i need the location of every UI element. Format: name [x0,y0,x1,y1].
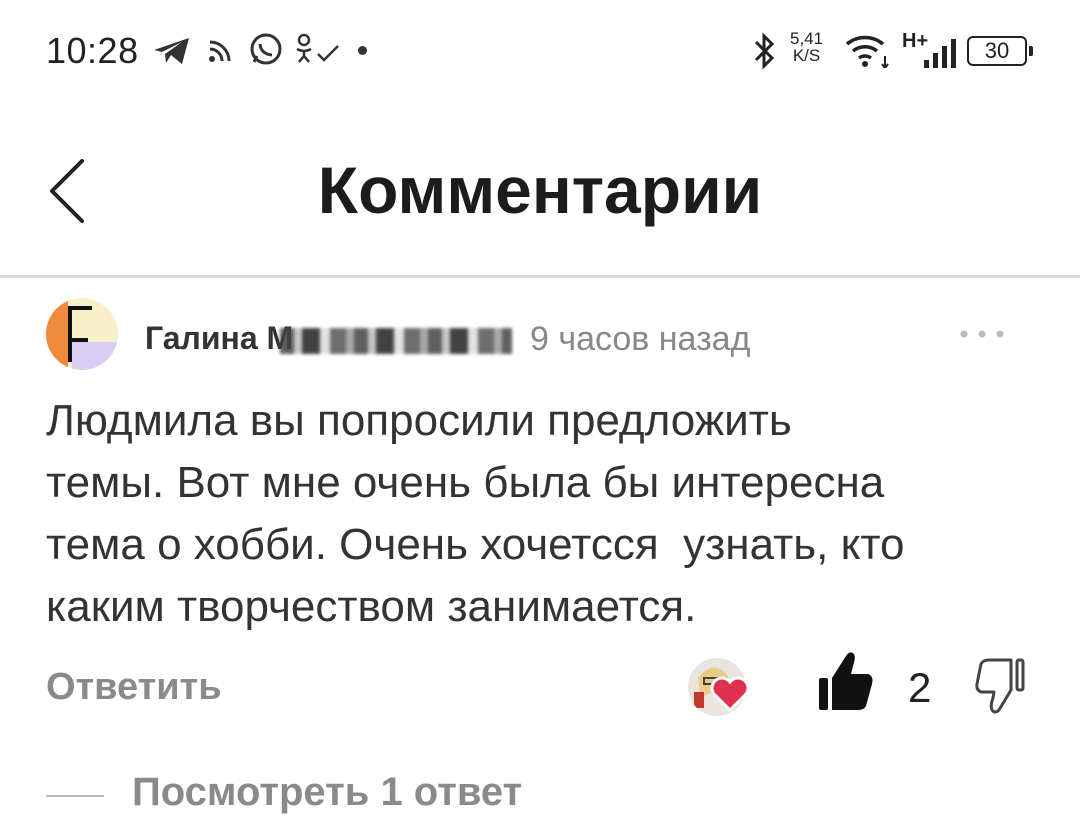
dislike-button[interactable] [975,656,1029,721]
avatar-image [46,298,118,370]
heart-icon [710,676,750,712]
thumbs-down-icon [975,658,1025,714]
blurred-surname [280,328,512,354]
net-speed-value: 5,41 [790,29,824,48]
telegram-icon [154,38,189,64]
signal-icon [924,39,956,68]
page-title: Комментарии [317,153,763,227]
bluetooth-icon [754,32,775,70]
thumbs-up-icon [819,652,873,710]
author-name[interactable]: Галина М [145,320,293,357]
rss-icon [209,40,231,62]
net-speed: 5,41 K/S [790,30,823,64]
view-replies-button[interactable]: Посмотреть 1 ответ [132,770,522,815]
reply-button[interactable]: Ответить [46,666,222,709]
avatar[interactable] [46,298,118,370]
whatsapp-icon [250,33,282,65]
like-count: 2 [908,664,932,711]
wifi-icon [845,35,889,68]
dot-icon [358,46,367,55]
header: Комментарии [0,100,1080,278]
status-time: 10:28 [46,30,139,71]
replies-divider [46,795,104,797]
odnoklassniki-icon [296,33,339,63]
time-ago: 9 часов назад [530,320,751,358]
battery-icon: 30 [967,36,1033,66]
comment-text: Людмила вы попросили предложить темы. Во… [46,396,905,631]
status-bar: 10:28 5,41 K/S H+ 30 [0,0,1080,100]
like-button[interactable] [818,650,876,717]
net-speed-unit: K/S [792,46,821,65]
more-horizontal-icon[interactable] [958,328,1008,340]
